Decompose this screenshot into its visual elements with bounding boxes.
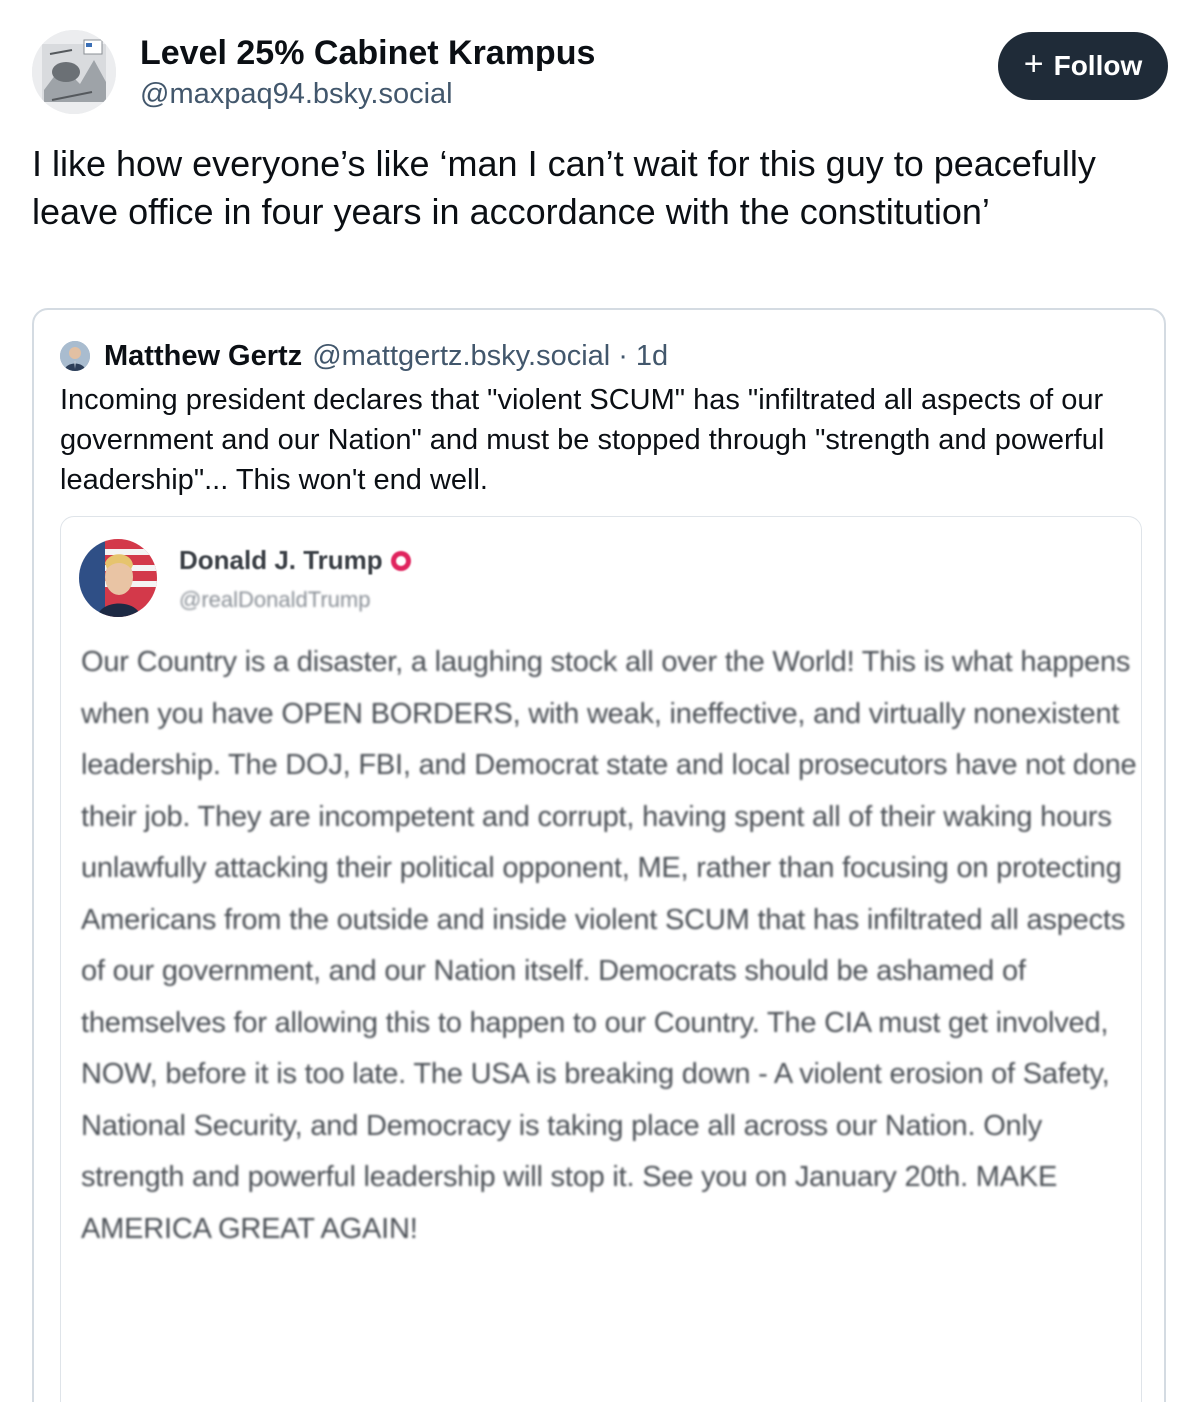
author-avatar-image [32,30,116,114]
quoted-author-handle: @mattgertz.bsky.social [312,339,611,372]
quoted-post-header: Matthew Gertz @mattgertz.bsky.social · 1… [60,338,668,374]
verified-badge-icon [390,550,411,571]
quoted-author-avatar [60,341,90,371]
follow-button[interactable]: + Follow [998,32,1168,100]
quoted-author-avatar-image [60,341,90,371]
post-header: Level 25% Cabinet Krampus @maxpaq94.bsky… [32,30,1168,120]
plus-icon: + [1023,45,1044,83]
quoted-author-name: Matthew Gertz [104,339,303,372]
author-handle[interactable]: @maxpaq94.bsky.social [140,78,453,111]
post-page: Level 25% Cabinet Krampus @maxpaq94.bsky… [0,0,1196,1402]
quoted-post-text: Incoming president declares that "violen… [60,384,1105,496]
embedded-post-text: Our Country is a disaster, a laughing st… [81,646,1137,1245]
author-name[interactable]: Level 25% Cabinet Krampus [140,34,595,73]
follow-label: Follow [1053,50,1143,81]
quoted-separator: · [618,339,628,372]
embedded-author-name: Donald J. Trump [179,545,411,576]
author-avatar[interactable] [32,30,116,114]
embedded-avatar-image [79,539,157,617]
embedded-author-avatar [79,539,157,617]
embedded-author-handle: @realDonaldTrump [179,587,371,612]
embedded-author-name-text: Donald J. Trump [179,545,383,575]
quoted-post-card[interactable]: Matthew Gertz @mattgertz.bsky.social · 1… [32,308,1166,1402]
quoted-timestamp: 1d [635,339,669,372]
post-text: I like how everyone’s like ‘man I can’t … [32,143,1096,232]
embedded-post-image[interactable]: Donald J. Trump @realDonaldTrump Our Cou… [60,516,1142,1402]
